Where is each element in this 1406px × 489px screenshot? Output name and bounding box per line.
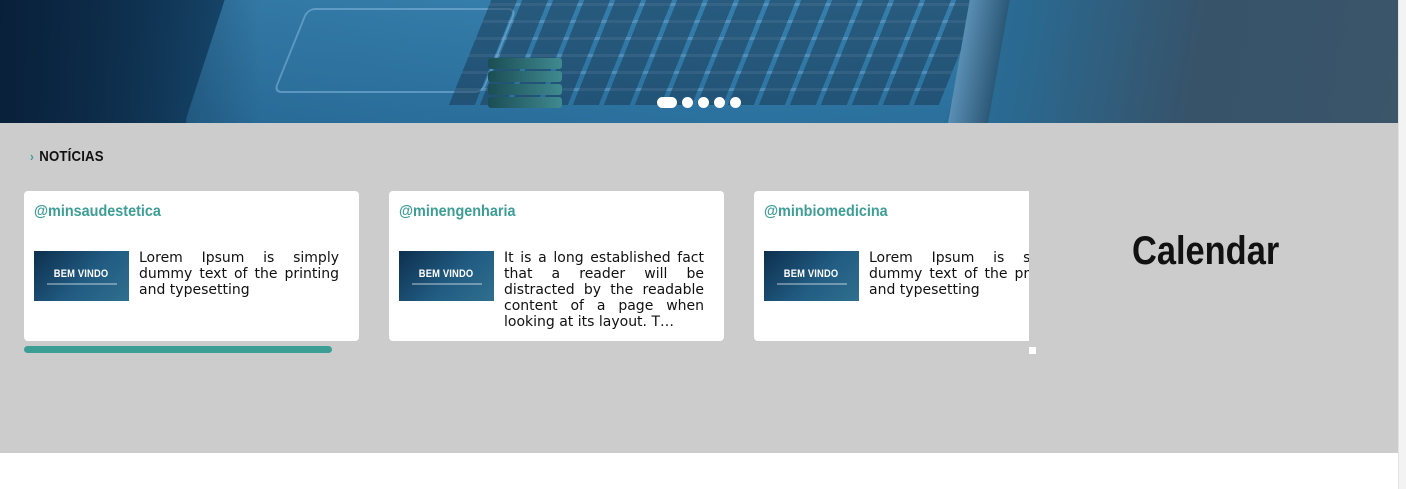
calendar-title: Calendar	[1132, 229, 1280, 273]
card-text: Lorem Ipsum is simply dummy text of the …	[139, 250, 339, 298]
card-text: It is a long established fact that a rea…	[504, 250, 704, 330]
carousel-progress-bar[interactable]	[24, 346, 332, 353]
thumbnail-subtitle-line	[46, 282, 117, 285]
card-thumbnail[interactable]: BEM VINDO	[34, 251, 129, 301]
slider-dot-2[interactable]	[682, 97, 693, 108]
thumbnail-subtitle-line	[776, 282, 847, 285]
news-heading-label: NOTÍCIAS	[39, 148, 104, 165]
news-card[interactable]: @minsaudestetica BEM VINDO Lorem Ipsum i…	[24, 191, 359, 341]
slider-dots	[657, 97, 741, 108]
hero-shade	[0, 0, 260, 123]
slider-dot-1[interactable]	[657, 97, 677, 108]
chevron-right-icon: ›	[30, 149, 34, 164]
news-card[interactable]: @minengenharia BEM VINDO It is a long es…	[389, 191, 724, 341]
slider-dot-4[interactable]	[714, 97, 725, 108]
thumbnail-title: BEM VINDO	[419, 267, 474, 280]
news-heading: › NOTÍCIAS	[30, 148, 104, 165]
card-text: Lorem Ipsum is simply dummy text of the …	[869, 250, 1029, 298]
news-carousel[interactable]: @minsaudestetica BEM VINDO Lorem Ipsum i…	[24, 191, 1029, 341]
carousel-next-handle[interactable]	[1029, 347, 1036, 354]
hero-banner	[0, 0, 1398, 123]
slider-dot-5[interactable]	[730, 97, 741, 108]
slider-dot-3[interactable]	[698, 97, 709, 108]
card-handle[interactable]: @minengenharia	[399, 203, 515, 221]
news-section: › NOTÍCIAS @minsaudestetica BEM VINDO Lo…	[0, 123, 1398, 453]
card-thumbnail[interactable]: BEM VINDO	[399, 251, 494, 301]
card-thumbnail[interactable]: BEM VINDO	[764, 251, 859, 301]
hero-books-image	[488, 58, 562, 120]
news-card[interactable]: @minbiomedicina BEM VINDO Lorem Ipsum is…	[754, 191, 1029, 341]
card-handle[interactable]: @minsaudestetica	[34, 203, 161, 221]
card-handle[interactable]: @minbiomedicina	[764, 203, 888, 221]
scrollbar[interactable]	[1398, 0, 1406, 489]
thumbnail-title: BEM VINDO	[784, 267, 839, 280]
thumbnail-title: BEM VINDO	[54, 267, 109, 280]
thumbnail-subtitle-line	[411, 282, 482, 285]
